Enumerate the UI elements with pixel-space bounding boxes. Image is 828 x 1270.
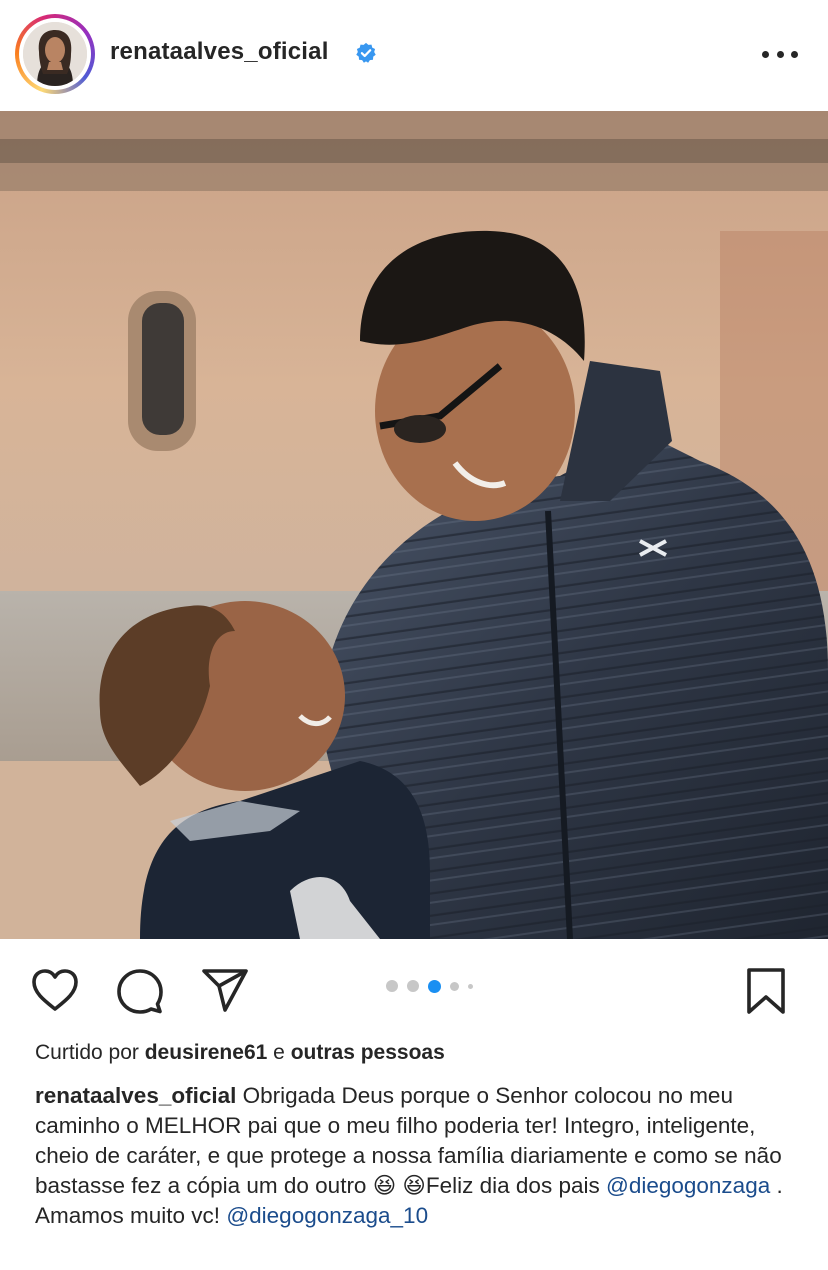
caption-username[interactable]: renataalves_oficial [35, 1083, 236, 1108]
carousel-dot [450, 981, 459, 991]
caption-emoji: 😆 😆 [372, 1173, 426, 1198]
profile-photo-icon [23, 22, 87, 86]
carousel-dot-active [428, 979, 441, 993]
more-options-icon[interactable] [762, 44, 798, 64]
bookmark-icon[interactable] [741, 966, 791, 1016]
post-image [0, 111, 828, 939]
avatar[interactable] [23, 22, 87, 86]
post-caption: renataalves_oficial Obrigada Deus porque… [35, 1081, 805, 1231]
carousel-dot [386, 980, 398, 992]
heart-icon[interactable] [30, 966, 80, 1016]
post-header: renataalves_oficial [0, 0, 828, 110]
likes-summary[interactable]: Curtido por deusirene61 e outras pessoas [35, 1041, 445, 1065]
carousel-dot [407, 980, 419, 992]
liked-by-others[interactable]: outras pessoas [291, 1041, 445, 1064]
mention-link[interactable]: @diegogonzaga_10 [226, 1203, 428, 1228]
post-photo[interactable] [0, 111, 828, 939]
story-ring[interactable] [15, 14, 95, 94]
caption-text: Feliz dia dos pais [425, 1173, 600, 1198]
send-paper-plane-icon[interactable] [200, 966, 250, 1016]
carousel-indicator [386, 979, 473, 993]
comment-bubble-icon[interactable] [115, 966, 165, 1016]
verified-badge-icon [356, 42, 376, 63]
carousel-dot [468, 983, 473, 989]
liked-by-user[interactable]: deusirene61 [145, 1041, 268, 1064]
mention-link[interactable]: @diegogonzaga [606, 1173, 770, 1198]
post-username[interactable]: renataalves_oficial [110, 38, 329, 66]
